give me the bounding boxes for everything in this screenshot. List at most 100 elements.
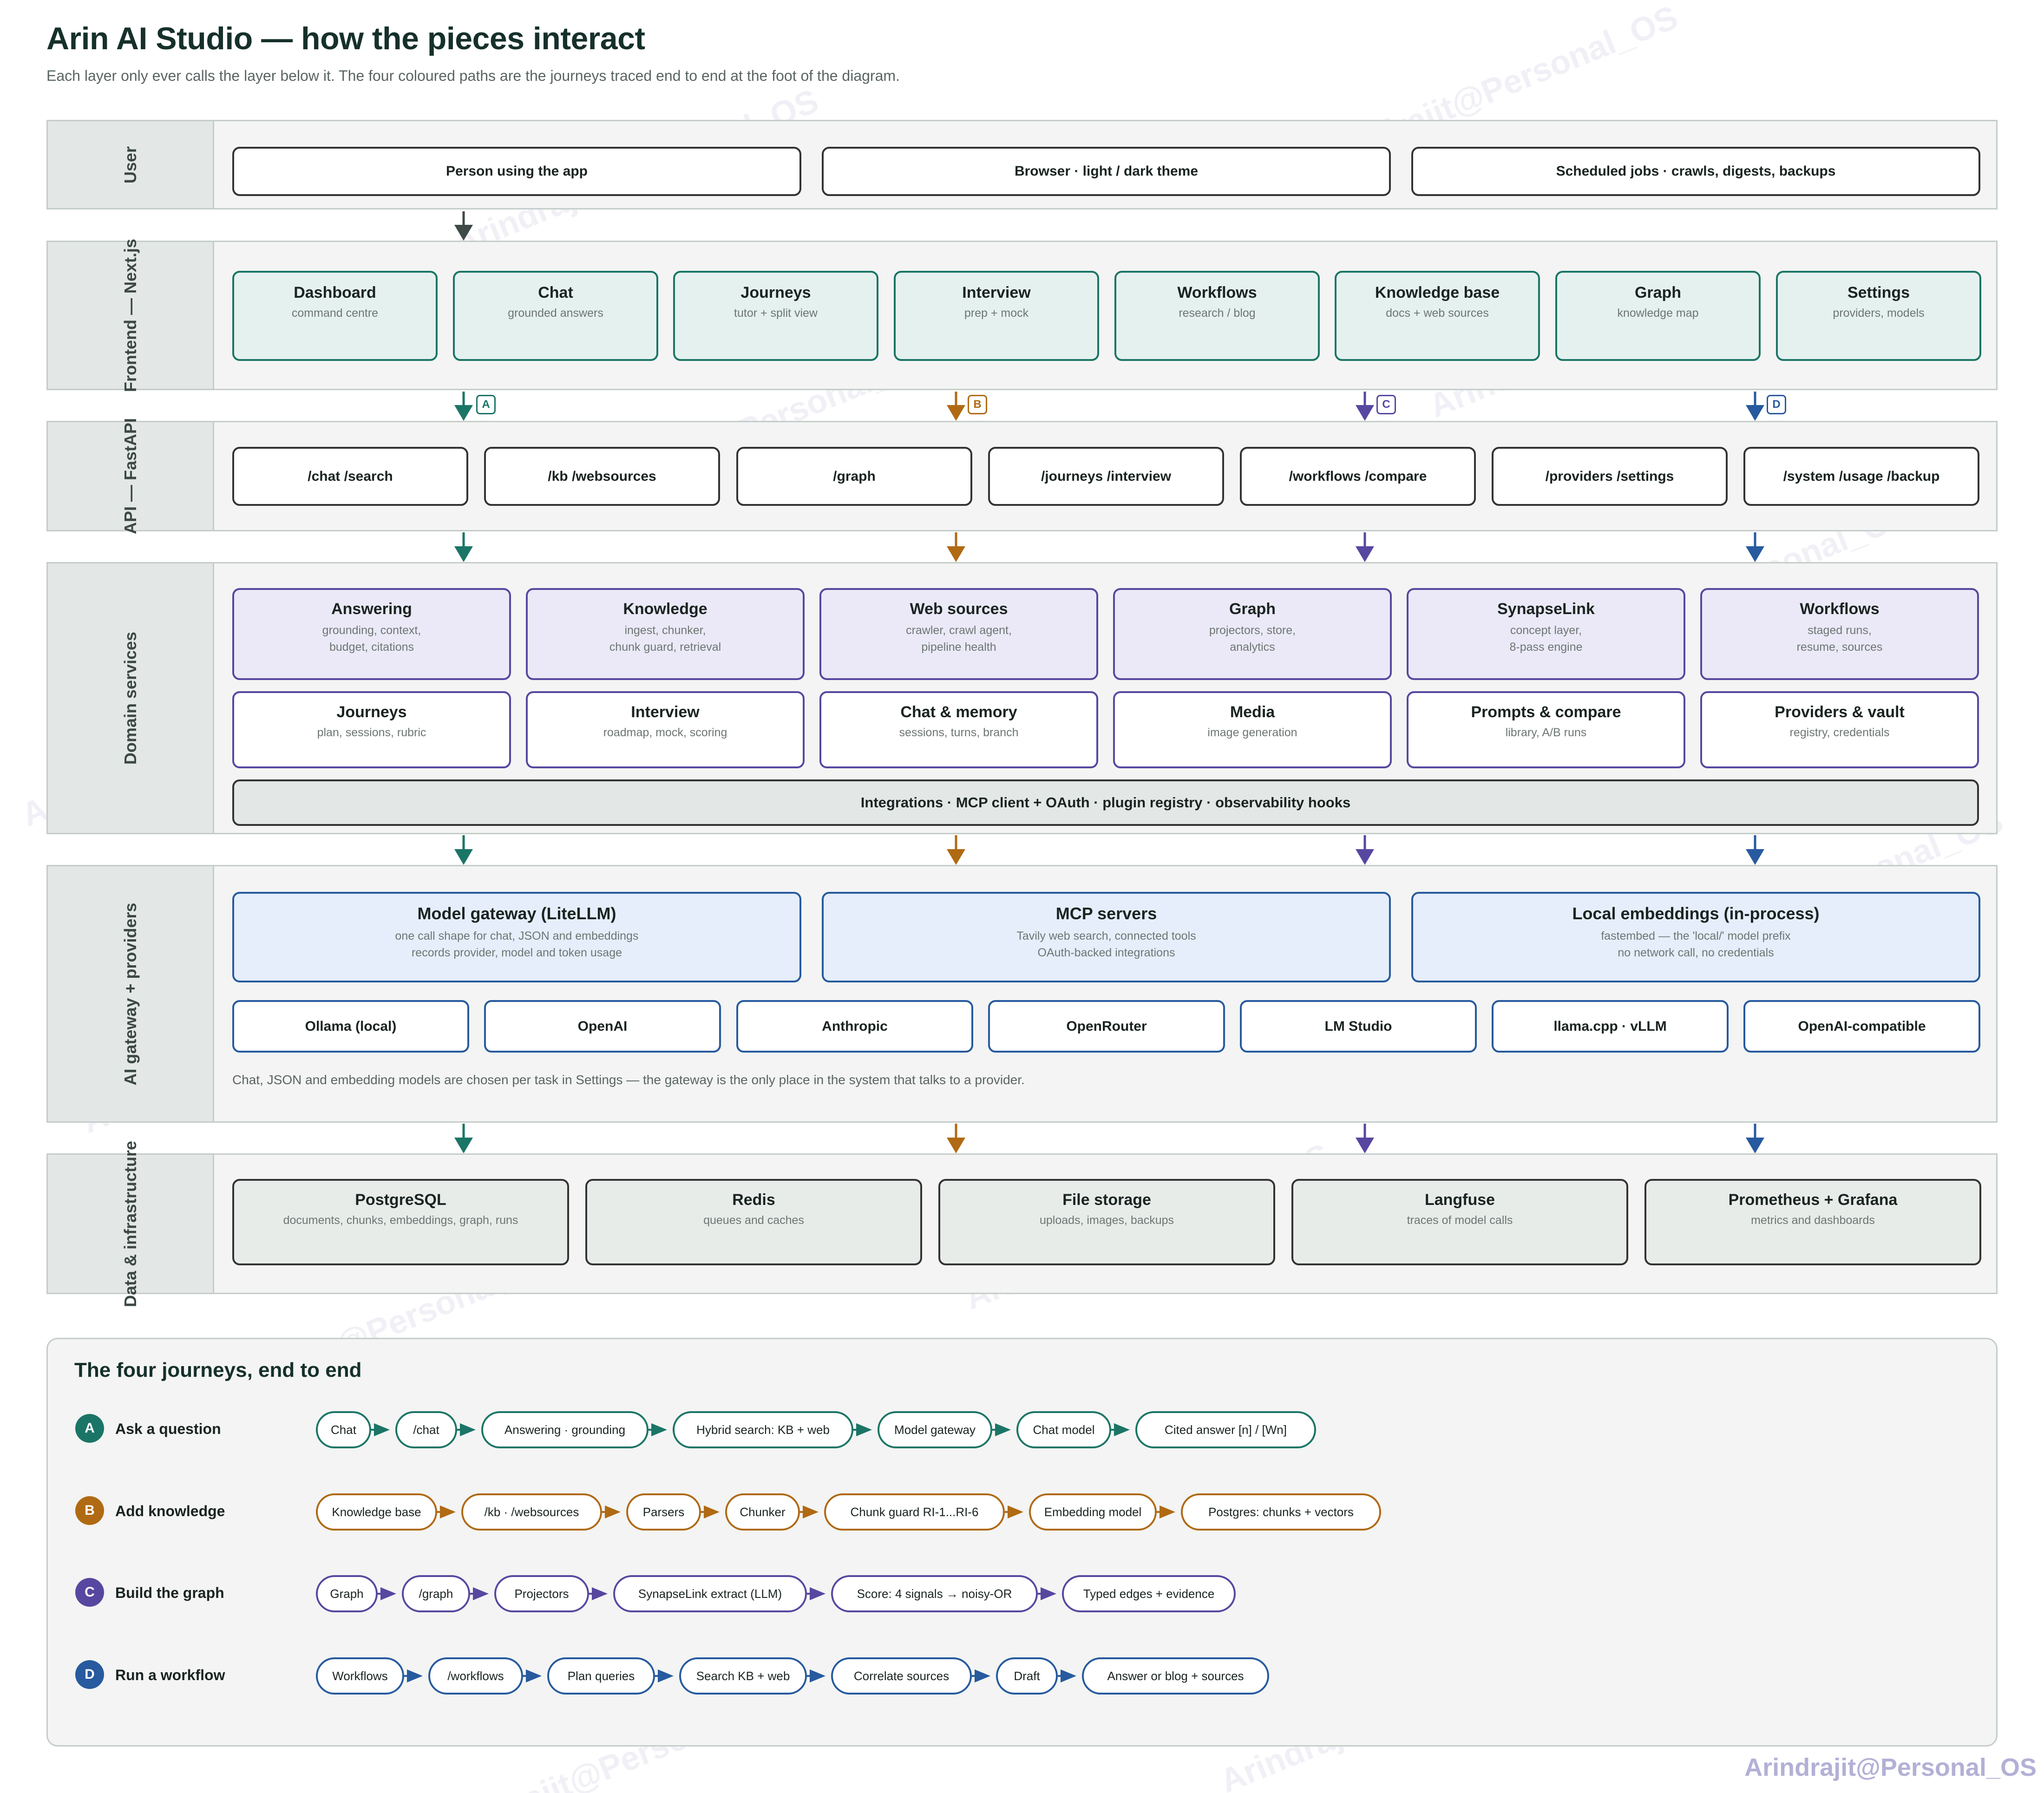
arrow-path-a-1-head [454, 546, 473, 562]
journey-arrow-icon [1114, 1423, 1130, 1436]
signature-watermark: Arindrajit@Personal_OS [1744, 1754, 2037, 1781]
journey-step: /graph [402, 1575, 470, 1612]
arrow-path-c-3-head [1356, 1138, 1374, 1153]
journey-arrow-line [1111, 1429, 1116, 1431]
journey-arrow-line [807, 1593, 812, 1595]
journey-step: SynapseLink extract (LLM) [613, 1575, 807, 1612]
arrow-path-b-0-head [947, 405, 965, 421]
journeys-title: The four journeys, end to end [74, 1359, 362, 1381]
journey-step: Workflows [316, 1657, 404, 1695]
journey-step: Knowledge base [316, 1493, 437, 1531]
journey-arrow-icon [975, 1669, 990, 1682]
journey-arrow-line [470, 1593, 475, 1595]
journey-step: Postgres: chunks + vectors [1181, 1493, 1381, 1531]
arrow-path-d-3-head [1746, 1138, 1764, 1153]
journey-arrow-line [992, 1429, 997, 1431]
journey-arrow-icon [374, 1423, 390, 1436]
journey-arrow-line [1157, 1511, 1161, 1513]
journey-arrow-icon [803, 1505, 819, 1518]
journey-step: Answering · grounding [481, 1411, 649, 1448]
journey-arrow-line [404, 1675, 409, 1677]
arrow-user-to-frontend-head [454, 225, 473, 241]
journey-arrow-icon [1160, 1505, 1175, 1518]
journey-step: Hybrid search: KB + web [673, 1411, 853, 1448]
journey-arrow-icon [810, 1587, 825, 1600]
journey-arrow-line [378, 1593, 382, 1595]
journey-step: Graph [316, 1575, 378, 1612]
journey-step: Chat model [1016, 1411, 1111, 1448]
journey-step: Chunk guard RI-1...RI-6 [824, 1493, 1005, 1531]
journey-step: /chat [395, 1411, 457, 1448]
arrow-path-d-0-head [1746, 405, 1764, 421]
journey-name-build-graph: Build the graph [115, 1584, 224, 1601]
journey-arrow-line [437, 1511, 442, 1513]
journey-arrow-line [649, 1429, 653, 1431]
journey-arrow-icon [651, 1423, 667, 1436]
journey-step: /kb · /websources [461, 1493, 602, 1531]
path-badge-a: A [476, 395, 496, 414]
path-badge-c: C [1376, 395, 1396, 414]
journey-arrow-icon [704, 1505, 720, 1518]
journey-step: Embedding model [1029, 1493, 1157, 1531]
journey-arrow-icon [856, 1423, 872, 1436]
journey-arrow-icon [440, 1505, 456, 1518]
journey-badge-d: D [75, 1660, 104, 1689]
journey-arrow-icon [380, 1587, 396, 1600]
journey-step: Correlate sources [831, 1657, 972, 1695]
journey-step: Typed edges + evidence [1062, 1575, 1236, 1612]
arrow-path-a-2-head [454, 849, 473, 865]
journey-arrow-icon [1061, 1669, 1076, 1682]
journey-arrow-line [371, 1429, 376, 1431]
journey-step: Score: 4 signals → noisy-OR [831, 1575, 1038, 1612]
journey-step: Cited answer [n] / [Wn] [1135, 1411, 1316, 1448]
path-badge-b: B [968, 395, 987, 414]
journey-step: Plan queries [547, 1657, 655, 1695]
journey-badge-c: C [75, 1578, 104, 1607]
journey-arrow-line [602, 1511, 607, 1513]
journey-step: Draft [996, 1657, 1058, 1695]
journey-arrow-icon [605, 1505, 621, 1518]
arrow-path-b-2-head [947, 849, 965, 865]
journey-name-ask-question: Ask a question [115, 1420, 221, 1437]
arrow-path-d-1-head [1746, 546, 1764, 562]
journey-step: Projectors [494, 1575, 589, 1612]
journey-step: Parsers [626, 1493, 701, 1531]
journey-step: /workflows [428, 1657, 523, 1695]
arrow-path-c-2-head [1356, 849, 1374, 865]
journey-arrow-icon [1008, 1505, 1023, 1518]
journey-arrow-line [800, 1511, 805, 1513]
arrow-path-b-1-head [947, 546, 965, 562]
journey-arrow-line [807, 1675, 812, 1677]
journey-arrow-line [701, 1511, 706, 1513]
journey-arrow-icon [473, 1587, 489, 1600]
journey-arrow-icon [592, 1587, 608, 1600]
journey-arrow-line [1058, 1675, 1062, 1677]
path-badge-d: D [1767, 395, 1786, 414]
journey-arrow-line [853, 1429, 858, 1431]
journey-step: Chunker [725, 1493, 800, 1531]
journey-arrow-line [972, 1675, 976, 1677]
journey-arrow-line [457, 1429, 462, 1431]
journey-arrow-icon [995, 1423, 1011, 1436]
journey-arrow-line [523, 1675, 528, 1677]
journey-badge-b: B [75, 1496, 104, 1525]
arrow-path-b-3-head [947, 1138, 965, 1153]
arrow-path-d-2-head [1746, 849, 1764, 865]
journey-step: Model gateway [878, 1411, 992, 1448]
journey-arrow-icon [460, 1423, 476, 1436]
journey-arrow-icon [526, 1669, 542, 1682]
journey-arrow-icon [658, 1669, 674, 1682]
journey-step: Answer or blog + sources [1082, 1657, 1269, 1695]
arrow-path-c-1-head [1356, 546, 1374, 562]
arrow-path-c-0-head [1356, 405, 1374, 421]
journey-badge-a: A [75, 1414, 104, 1443]
journey-arrow-line [655, 1675, 660, 1677]
journey-name-run-workflow: Run a workflow [115, 1667, 225, 1683]
arrow-path-a-0-head [454, 405, 473, 421]
journey-name-add-knowledge: Add knowledge [115, 1503, 225, 1519]
journey-arrow-icon [407, 1669, 423, 1682]
journey-step: Chat [316, 1411, 371, 1448]
journey-arrow-icon [810, 1669, 825, 1682]
journey-arrow-line [1005, 1511, 1009, 1513]
arrow-path-a-3-head [454, 1138, 473, 1153]
